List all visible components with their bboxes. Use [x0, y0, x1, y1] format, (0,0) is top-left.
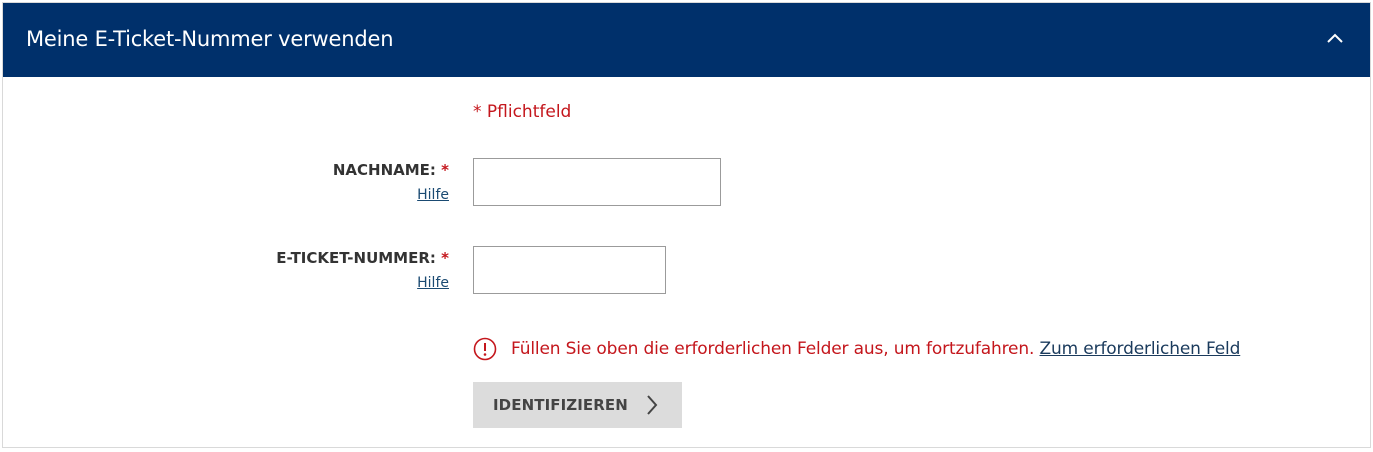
required-field-note: * Pflichtfeld — [473, 102, 572, 122]
error-message-text: Füllen Sie oben die erforderlichen Felde… — [511, 339, 1035, 359]
identify-button[interactable]: IDENTIFIZIEREN — [473, 382, 682, 428]
last-name-field[interactable] — [473, 158, 721, 206]
goto-required-field-link[interactable]: Zum erforderlichen Feld — [1040, 339, 1241, 359]
last-name-help-link[interactable]: Hilfe — [417, 187, 449, 203]
chevron-up-icon[interactable] — [1327, 33, 1343, 43]
last-name-label: NACHNAME: * — [333, 161, 449, 179]
eticket-panel: Meine E-Ticket-Nummer verwenden * Pflich… — [2, 2, 1371, 448]
alert-circle-icon — [473, 337, 497, 361]
identify-button-label: IDENTIFIZIEREN — [493, 396, 628, 414]
required-star: * — [441, 249, 449, 267]
error-text: Füllen Sie oben die erforderlichen Felde… — [511, 339, 1240, 359]
chevron-right-icon — [647, 395, 658, 415]
ticket-number-label: E-TICKET-NUMMER: * — [276, 249, 449, 267]
ticket-number-label-text: E-TICKET-NUMMER: — [276, 249, 436, 267]
section-title: Meine E-Ticket-Nummer verwenden — [26, 27, 394, 51]
ticket-number-field[interactable] — [473, 246, 666, 294]
required-star: * — [441, 161, 449, 179]
section-header[interactable]: Meine E-Ticket-Nummer verwenden — [3, 3, 1370, 77]
ticket-number-help-link[interactable]: Hilfe — [417, 275, 449, 291]
last-name-label-text: NACHNAME: — [332, 161, 436, 179]
